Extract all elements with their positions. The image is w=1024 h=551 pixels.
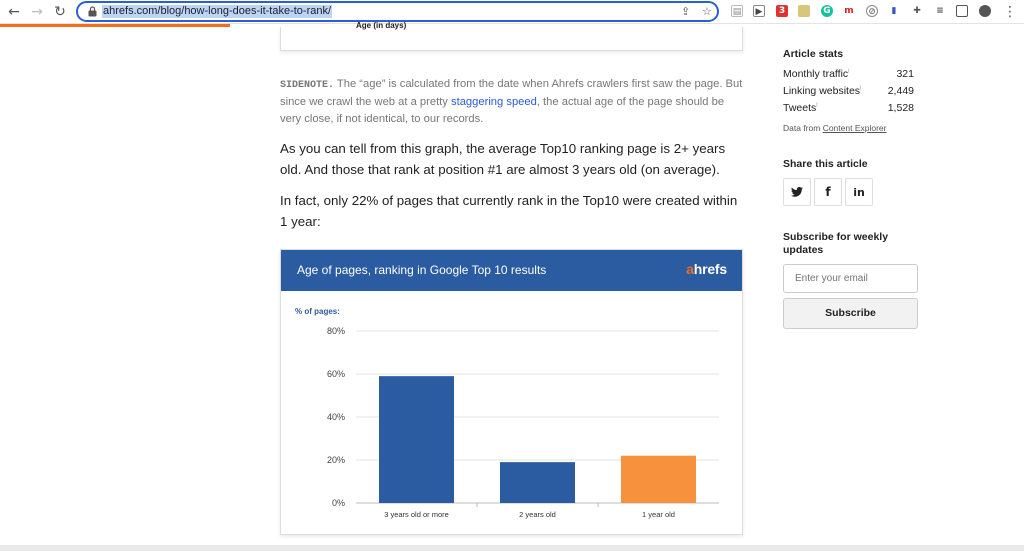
email-input[interactable] xyxy=(783,264,918,293)
linkedin-icon: in xyxy=(853,186,865,199)
share-heading: Share this article xyxy=(783,158,868,170)
x-tick-label: 1 year old xyxy=(642,510,675,519)
article-paragraph: In fact, only 22% of pages that currentl… xyxy=(280,193,738,229)
stat-label: Monthly traffic xyxy=(783,68,849,80)
stat-value: 321 xyxy=(896,68,914,80)
article-stats-heading: Article stats xyxy=(783,48,844,60)
x-tick-label: 3 years old or more xyxy=(384,510,449,519)
stat-row: Linking websitesi 2,449 xyxy=(783,85,914,99)
linkedin-share-button[interactable]: in xyxy=(845,178,873,206)
y-tick-label: 40% xyxy=(327,412,345,422)
info-icon[interactable]: i xyxy=(816,103,817,109)
stat-value: 1,528 xyxy=(887,102,914,114)
forward-arrow-icon[interactable]: → xyxy=(27,2,47,22)
twitter-icon xyxy=(791,186,803,197)
staggering-speed-link[interactable]: staggering speed xyxy=(451,96,537,108)
extension-icon[interactable]: ▮ xyxy=(888,5,900,17)
reload-icon[interactable]: ↻ xyxy=(50,2,70,22)
bar xyxy=(500,462,575,503)
extension-badge: 3 xyxy=(778,6,786,16)
puzzle-icon[interactable]: ✚ xyxy=(911,5,923,17)
previous-chart-bottom: Age (in days) xyxy=(280,21,743,51)
page-load-progress xyxy=(0,24,230,27)
chart-plot: 0% 20% 40% 60% 80% 3 years old or more 2 years… xyxy=(327,326,719,519)
stat-value: 2,449 xyxy=(887,85,914,97)
bar xyxy=(379,376,454,503)
info-icon[interactable]: i xyxy=(848,69,849,75)
avatar[interactable] xyxy=(979,5,991,17)
lock-icon xyxy=(88,6,97,17)
y-tick-label: 20% xyxy=(327,455,345,465)
bookmark-star-icon[interactable]: ☆ xyxy=(702,5,712,18)
address-bar[interactable]: ahrefs.com/blog/how-long-does-it-take-to… xyxy=(76,1,719,22)
subscribe-heading: Subscribe for weekly updates xyxy=(783,231,889,256)
y-tick-label: 60% xyxy=(327,369,345,379)
share-page-icon[interactable]: ⇪ xyxy=(681,5,690,18)
extension-icon[interactable]: 3 xyxy=(776,5,788,17)
grammarly-icon[interactable]: G xyxy=(821,5,833,17)
info-icon[interactable]: i xyxy=(860,86,861,92)
y-tick-label: 0% xyxy=(332,498,345,508)
reading-list-icon[interactable]: ≡ xyxy=(934,5,946,17)
ahrefs-logo: ahrefs xyxy=(686,261,727,277)
bar xyxy=(621,455,696,503)
x-tick-label: 2 years old xyxy=(519,510,556,519)
extension-icon[interactable] xyxy=(798,5,810,17)
sidenote-tag: SIDENOTE. xyxy=(280,80,335,91)
subscribe-button[interactable]: Subscribe xyxy=(783,298,918,329)
menu-dots-icon[interactable]: ⋮ xyxy=(1000,2,1020,22)
stat-label: Linking websites xyxy=(783,85,861,97)
back-arrow-icon[interactable]: ← xyxy=(4,2,24,22)
stat-row: Monthly traffici 321 xyxy=(783,68,914,82)
stat-row: Tweetsi 1,528 xyxy=(783,102,914,116)
article-paragraph: As you can tell from this graph, the ave… xyxy=(280,141,726,177)
browser-toolbar: ← → ↻ ahrefs.com/blog/how-long-does-it-t… xyxy=(0,0,1024,24)
extension-icon[interactable]: ▤ xyxy=(731,5,743,17)
stat-label: Tweets xyxy=(783,102,817,114)
extension-icon[interactable]: ▶ xyxy=(753,5,765,17)
url-text[interactable]: ahrefs.com/blog/how-long-does-it-take-to… xyxy=(102,5,333,18)
facebook-icon: f xyxy=(825,185,831,199)
age-of-pages-chart: Age of pages, ranking in Google Top 10 r… xyxy=(280,249,743,535)
chart-title: Age of pages, ranking in Google Top 10 r… xyxy=(297,263,547,277)
window-bottom-edge xyxy=(0,545,1024,551)
data-source-note: Data from Content Explorer xyxy=(783,123,887,133)
previous-chart-xlabel: Age (in days) xyxy=(356,21,407,30)
twitter-share-button[interactable] xyxy=(783,178,811,206)
sidenote: SIDENOTE. The “age” is calculated from t… xyxy=(280,76,743,127)
chart-header: Age of pages, ranking in Google Top 10 r… xyxy=(281,250,742,291)
extension-icon[interactable]: m xyxy=(843,5,855,17)
side-panel-icon[interactable] xyxy=(956,5,968,17)
facebook-share-button[interactable]: f xyxy=(814,178,842,206)
y-tick-label: 80% xyxy=(327,326,345,336)
extension-icon[interactable]: ⊘ xyxy=(866,5,878,17)
content-explorer-link[interactable]: Content Explorer xyxy=(823,123,887,133)
